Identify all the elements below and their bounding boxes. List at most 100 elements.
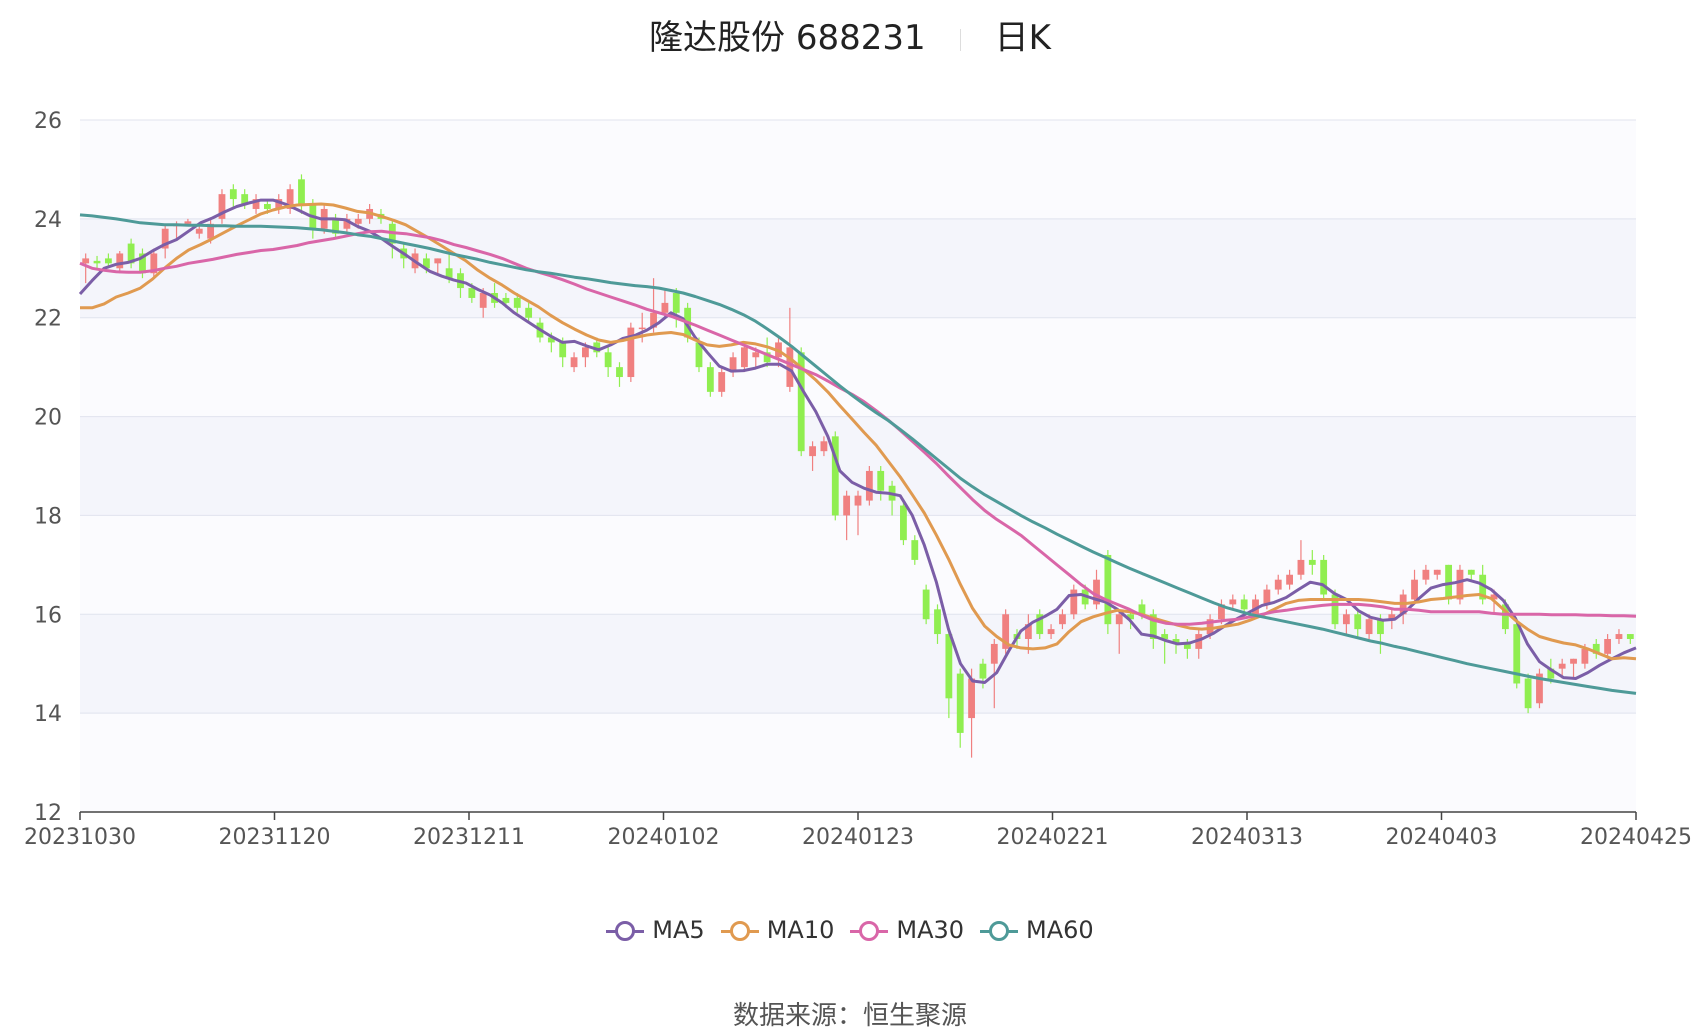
candle-body — [865, 470, 873, 501]
candle-body — [638, 327, 646, 330]
candle-body — [843, 495, 851, 516]
candle-body — [1524, 678, 1532, 709]
legend-label: MA30 — [896, 916, 965, 944]
y-tick-label: 22 — [34, 307, 62, 332]
x-tick-label: 20240403 — [1386, 825, 1498, 850]
grid-band — [80, 317, 1636, 417]
legend-label: MA10 — [766, 916, 835, 944]
candle-body — [990, 643, 998, 664]
candle-body — [1467, 569, 1475, 575]
legend-label: MA60 — [1026, 916, 1094, 944]
legend-item-ma5[interactable]: MA5 — [606, 916, 705, 944]
candle-body — [1047, 629, 1055, 635]
candle-body — [968, 678, 975, 719]
candle-body — [1070, 589, 1078, 615]
x-tick-label: 20240425 — [1580, 825, 1692, 850]
candle-body — [82, 258, 90, 264]
candle-body — [1411, 579, 1418, 600]
candle-body — [104, 258, 112, 264]
candle-body — [479, 293, 487, 308]
candle-body — [661, 302, 669, 313]
candle-body — [616, 367, 623, 378]
candle-body — [354, 218, 362, 224]
candle-body — [1354, 614, 1362, 630]
y-tick-label: 16 — [34, 603, 62, 628]
x-tick-label: 20231030 — [24, 825, 136, 850]
candle-body — [1581, 648, 1589, 664]
candle-body — [1240, 599, 1248, 610]
candle-body — [1274, 579, 1282, 590]
grid-band — [80, 614, 1636, 714]
candle-body — [1626, 634, 1634, 639]
x-tick-label: 20240102 — [608, 825, 720, 850]
candle-body — [1342, 614, 1350, 625]
candle-body — [706, 367, 714, 392]
candle-body — [1229, 599, 1237, 605]
candle-body — [820, 441, 828, 452]
candle-body — [752, 352, 760, 358]
candle-body — [1365, 619, 1373, 635]
candle-body — [116, 253, 124, 269]
candle-body — [922, 589, 930, 620]
legend-item-ma60[interactable]: MA60 — [980, 916, 1094, 944]
candle-body — [525, 307, 533, 318]
candle-body — [604, 352, 612, 368]
candle-body — [718, 372, 726, 392]
candle-body — [582, 347, 589, 358]
candle-body — [945, 634, 953, 699]
legend: MA5 MA10 MA30 MA60 — [0, 916, 1700, 944]
y-axis: 26 24 22 20 18 16 14 12 — [34, 109, 62, 826]
candle-body — [298, 179, 305, 205]
x-tick-label: 20240313 — [1191, 825, 1303, 850]
x-axis: 20231030 20231120 20231211 20240102 20240123… — [24, 811, 1692, 850]
candle-body — [93, 260, 101, 264]
candle-body — [1604, 639, 1612, 654]
candle-body — [1558, 663, 1566, 669]
candle-body — [195, 228, 203, 234]
legend-marker-icon — [850, 919, 889, 943]
candle-body — [1297, 559, 1305, 575]
candle-body — [1320, 559, 1328, 595]
candle-body — [1308, 559, 1316, 565]
candle-body — [513, 297, 521, 308]
candle-body — [184, 221, 192, 224]
candle-body — [1570, 658, 1577, 664]
candle-body — [809, 446, 816, 457]
legend-item-ma30[interactable]: MA30 — [850, 916, 964, 944]
y-tick-label: 26 — [34, 109, 62, 134]
y-tick-label: 24 — [34, 208, 62, 233]
x-tick-label: 20240221 — [997, 825, 1109, 850]
candlestick-chart: 26 24 22 20 18 16 14 12 20231030 20231120 2023121… — [24, 109, 1692, 850]
candle-body — [741, 347, 748, 368]
candle-body — [956, 673, 964, 733]
grid-band — [80, 713, 1636, 812]
y-tick-label: 20 — [34, 406, 62, 431]
candle-body — [570, 357, 578, 368]
source-label: 数据来源： — [732, 1001, 863, 1031]
candle-body — [1433, 569, 1441, 575]
candle-body — [979, 663, 987, 679]
legend-marker-icon — [606, 919, 645, 943]
legend-item-ma10[interactable]: MA10 — [720, 916, 835, 944]
source-value: 恒生聚源 — [863, 1001, 968, 1031]
candle-body — [1286, 574, 1293, 585]
candle-body — [934, 609, 941, 635]
candle-body — [911, 540, 919, 560]
candle-body — [672, 293, 680, 313]
candle-body — [263, 204, 271, 209]
candle-body — [1615, 634, 1623, 639]
candle-body — [559, 342, 567, 358]
candle-body — [877, 470, 885, 491]
candle-body — [468, 288, 476, 298]
x-tick-label: 20240123 — [802, 825, 914, 850]
legend-label: MA5 — [652, 916, 705, 944]
candle-body — [854, 495, 862, 506]
candle-body — [434, 258, 442, 264]
candle-body — [1422, 569, 1430, 580]
candle-body — [229, 189, 237, 200]
data-source: 数据来源：恒生聚源 — [0, 995, 1700, 1032]
legend-marker-icon — [720, 919, 759, 943]
x-tick-label: 20231120 — [219, 825, 331, 850]
y-tick-label: 14 — [34, 702, 62, 727]
x-tick-label: 20231211 — [413, 825, 525, 850]
